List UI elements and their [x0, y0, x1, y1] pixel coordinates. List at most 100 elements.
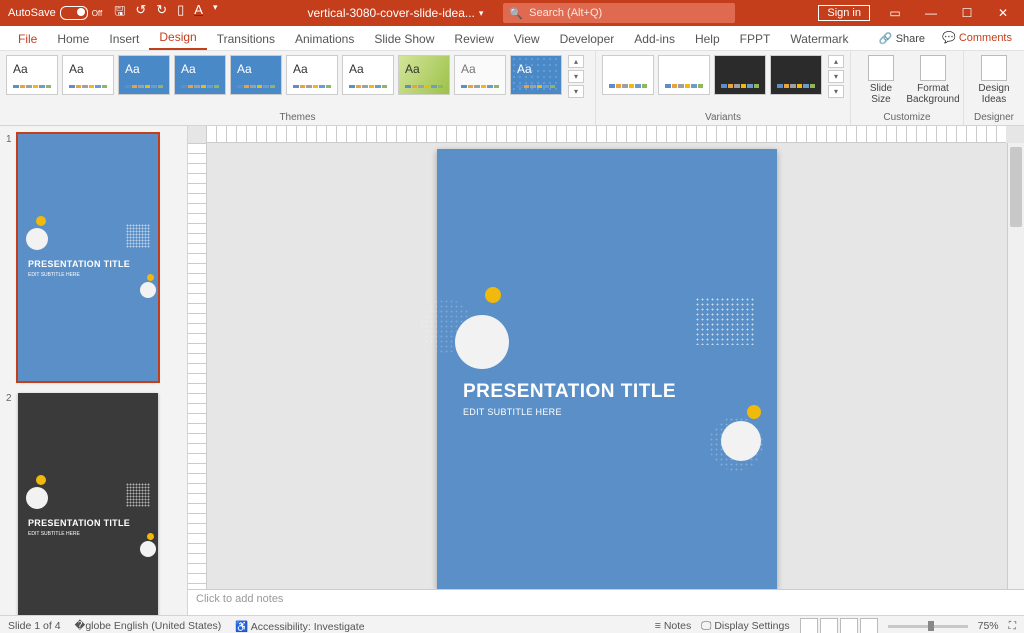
themes-scroll[interactable]: ▴ ▾ ▾: [568, 55, 584, 98]
redo-icon[interactable]: ↻: [156, 2, 167, 24]
ribbon-display-icon[interactable]: ▭: [878, 0, 912, 26]
more-icon[interactable]: ▾: [568, 85, 584, 98]
thumbnail-number: 2: [6, 393, 14, 615]
dot-pattern-icon: [126, 224, 150, 248]
slideshow-view-icon[interactable]: [860, 618, 878, 633]
search-input[interactable]: 🔍 Search (Alt+Q): [503, 3, 735, 23]
group-label-variants: Variants: [602, 110, 844, 125]
theme-tile[interactable]: Aa: [454, 55, 506, 95]
theme-tile[interactable]: Aa: [342, 55, 394, 95]
tab-help[interactable]: Help: [685, 28, 730, 50]
chevron-down-icon: ▾: [479, 8, 484, 19]
tab-fppt[interactable]: FPPT: [730, 28, 781, 50]
zoom-slider[interactable]: [888, 625, 968, 628]
variant-tile[interactable]: [658, 55, 710, 95]
thumbnail-preview[interactable]: PRESENTATION TITLE EDIT SUBTITLE HERE: [18, 393, 158, 615]
status-bar: Slide 1 of 4 �globe English (United Stat…: [0, 615, 1024, 633]
font-color-icon[interactable]: A: [194, 2, 203, 24]
tab-transitions[interactable]: Transitions: [207, 28, 285, 50]
tab-view[interactable]: View: [504, 28, 550, 50]
share-button[interactable]: 🔗 Share: [872, 29, 932, 48]
vertical-scrollbar[interactable]: [1007, 143, 1024, 589]
thumbnail-preview[interactable]: PRESENTATION TITLE EDIT SUBTITLE HERE: [18, 134, 158, 381]
autosave-label: AutoSave: [8, 7, 56, 19]
circle-icon: [147, 533, 154, 540]
view-buttons: [800, 618, 878, 633]
variant-tile[interactable]: [770, 55, 822, 95]
chevron-up-icon[interactable]: ▴: [568, 55, 584, 68]
notes-button[interactable]: ≡ Notes: [655, 620, 691, 632]
design-ideas-button[interactable]: Design Ideas: [970, 55, 1018, 105]
document-title[interactable]: vertical-3080-cover-slide-idea... ▾: [307, 6, 483, 20]
tab-design[interactable]: Design: [149, 26, 206, 50]
minimize-button[interactable]: —: [914, 0, 948, 26]
theme-tile[interactable]: Aa: [230, 55, 282, 95]
chevron-down-icon[interactable]: ▾: [568, 70, 584, 83]
chevron-down-icon[interactable]: ▾: [828, 70, 844, 83]
theme-tile[interactable]: Aa: [118, 55, 170, 95]
circle-icon: [36, 216, 46, 226]
theme-tile[interactable]: Aa: [398, 55, 450, 95]
slide-thumbnail[interactable]: 1 PRESENTATION TITLE EDIT SUBTITLE HERE: [6, 134, 181, 381]
slide-size-icon: [868, 55, 894, 81]
save-icon[interactable]: 🖫: [114, 2, 125, 24]
fit-to-window-icon[interactable]: ⛶: [1009, 620, 1016, 633]
dot-pattern-icon: [695, 297, 755, 345]
slide-thumbnail[interactable]: 2 PRESENTATION TITLE EDIT SUBTITLE HERE: [6, 393, 181, 615]
tab-home[interactable]: Home: [47, 28, 99, 50]
language-indicator[interactable]: �globe English (United States): [75, 620, 222, 632]
variants-scroll[interactable]: ▴ ▾ ▾: [828, 55, 844, 98]
tab-developer[interactable]: Developer: [550, 28, 625, 50]
normal-view-icon[interactable]: [800, 618, 818, 633]
circle-icon: [26, 228, 48, 250]
tab-file[interactable]: File: [8, 28, 47, 50]
autosave-toggle[interactable]: AutoSave Off: [8, 6, 102, 20]
thumbnail-subtitle: EDIT SUBTITLE HERE: [28, 272, 80, 278]
tab-animations[interactable]: Animations: [285, 28, 364, 50]
slide-title[interactable]: PRESENTATION TITLE: [463, 381, 676, 403]
ribbon: Aa Aa Aa Aa Aa Aa Aa Aa Aa Aa ▴▾▾ Themes…: [0, 51, 1024, 126]
variant-tile[interactable]: [602, 55, 654, 95]
maximize-button[interactable]: ☐: [950, 0, 984, 26]
sign-in-button[interactable]: Sign in: [818, 5, 870, 21]
variant-tile[interactable]: [714, 55, 766, 95]
slide-counter[interactable]: Slide 1 of 4: [8, 620, 61, 632]
tab-insert[interactable]: Insert: [99, 28, 149, 50]
slide-sorter-view-icon[interactable]: [820, 618, 838, 633]
circle-icon: [147, 274, 154, 281]
close-button[interactable]: ✕: [986, 0, 1020, 26]
tab-add-ins[interactable]: Add-ins: [624, 28, 685, 50]
slide-size-button[interactable]: Slide Size: [857, 55, 905, 105]
scrollbar-thumb[interactable]: [1010, 147, 1022, 227]
tab-review[interactable]: Review: [444, 28, 503, 50]
slide-subtitle[interactable]: EDIT SUBTITLE HERE: [463, 407, 562, 417]
comments-button[interactable]: 💬 Comments: [936, 29, 1018, 48]
horizontal-ruler[interactable]: [206, 126, 1006, 143]
undo-icon[interactable]: ↺: [135, 2, 146, 24]
search-icon: 🔍: [509, 7, 523, 20]
thumbnail-title: PRESENTATION TITLE: [28, 518, 130, 528]
chevron-up-icon[interactable]: ▴: [828, 55, 844, 68]
workspace: 1 PRESENTATION TITLE EDIT SUBTITLE HERE …: [0, 126, 1024, 615]
accessibility-check[interactable]: ♿ Accessibility: Investigate: [235, 620, 364, 633]
display-settings-button[interactable]: 🖵 Display Settings: [701, 620, 789, 633]
reading-view-icon[interactable]: [840, 618, 858, 633]
start-from-beginning-icon[interactable]: ▯: [177, 2, 184, 24]
theme-tile[interactable]: Aa: [6, 55, 58, 95]
format-background-button[interactable]: Format Background: [909, 55, 957, 105]
vertical-ruler[interactable]: [188, 143, 207, 589]
theme-tile[interactable]: Aa: [286, 55, 338, 95]
theme-tile[interactable]: Aa: [62, 55, 114, 95]
notes-pane[interactable]: Click to add notes: [188, 589, 1024, 615]
tab-slide-show[interactable]: Slide Show: [364, 28, 444, 50]
qat-dropdown-icon[interactable]: ▾: [213, 2, 218, 24]
theme-tile[interactable]: Aa: [174, 55, 226, 95]
quick-access-toolbar: 🖫 ↺ ↻ ▯ A ▾: [114, 2, 217, 24]
zoom-level[interactable]: 75%: [978, 620, 999, 632]
slide-thumbnail-panel[interactable]: 1 PRESENTATION TITLE EDIT SUBTITLE HERE …: [0, 126, 188, 615]
slide-canvas[interactable]: PRESENTATION TITLE EDIT SUBTITLE HERE: [207, 143, 1007, 589]
more-icon[interactable]: ▾: [828, 85, 844, 98]
theme-tile[interactable]: Aa: [510, 55, 562, 95]
tab-watermark[interactable]: Watermark: [780, 28, 858, 50]
slide[interactable]: PRESENTATION TITLE EDIT SUBTITLE HERE: [437, 149, 777, 589]
